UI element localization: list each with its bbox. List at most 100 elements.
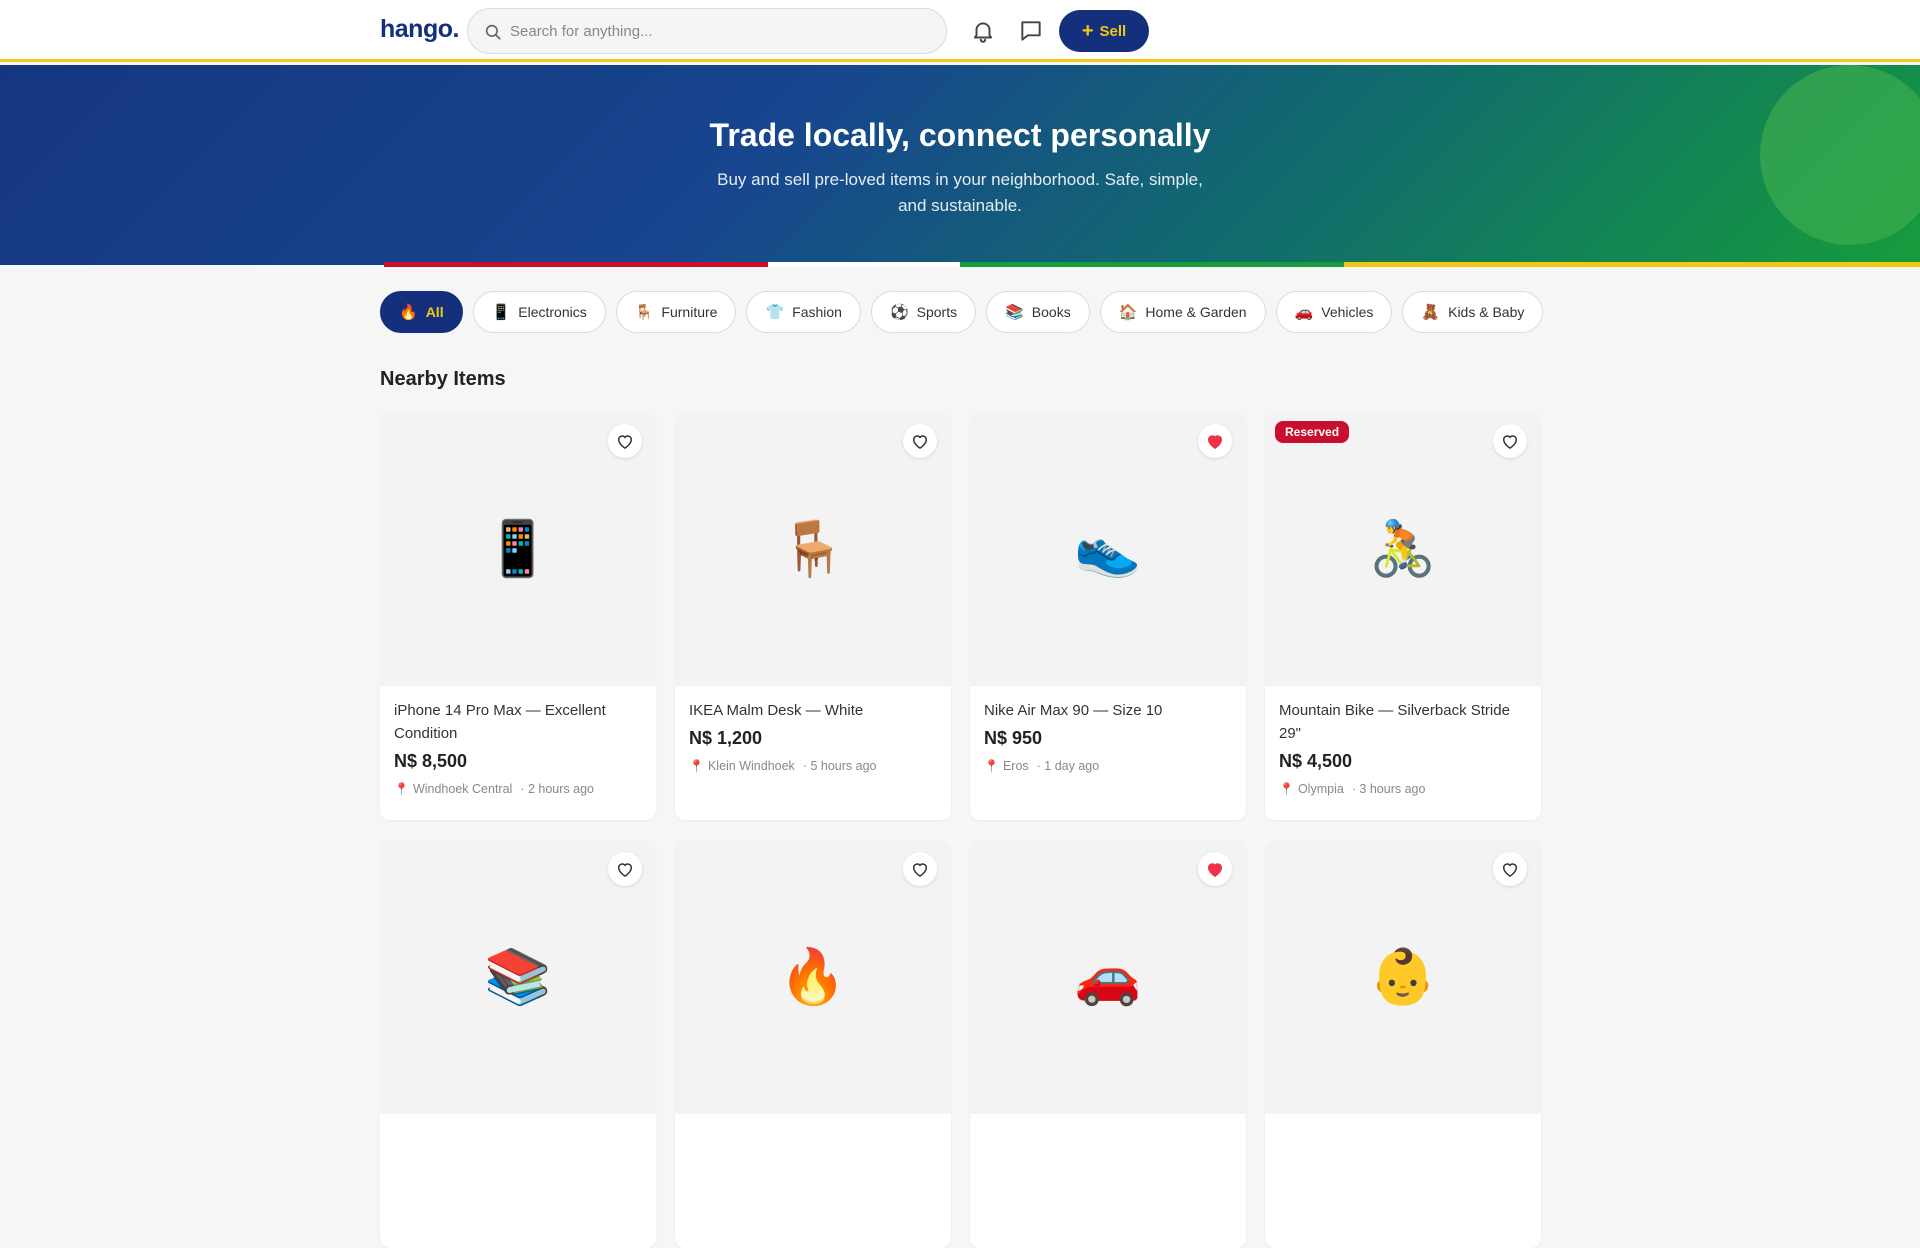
item-location: Windhoek Central — [412, 782, 513, 796]
plus-icon: + — [1081, 20, 1094, 42]
category-chip-all[interactable]: 🔥 All — [380, 291, 463, 333]
item-meta: 📍 Olympia · 3 hours ago — [1279, 782, 1527, 796]
item-meta: 📍 Windhoek Central · 2 hours ago — [394, 782, 642, 796]
location-pin-icon: 📍 — [1279, 782, 1294, 796]
decorative-circle — [1760, 65, 1920, 245]
favorite-button[interactable] — [1493, 424, 1527, 458]
favorite-button-active[interactable] — [1198, 424, 1232, 458]
item-details: Nike Air Max 90 — Size 10 N$ 950 📍 Eros · 1 … — [984, 699, 1232, 773]
category-chip-electronics[interactable]: 📱 Electronics — [472, 291, 606, 333]
item-meta: 📍 Klein Windhoek · 5 hours ago — [689, 759, 937, 773]
item-title[interactable]: IKEA Malm Desk — White — [689, 699, 937, 722]
category-icon: 🏠 — [1118, 304, 1138, 321]
favorite-button[interactable] — [608, 424, 642, 458]
sell-button[interactable]: + Sell — [1059, 10, 1149, 52]
item-price: N$ 950 — [984, 728, 1043, 748]
item-card[interactable]: 👶 — [1265, 840, 1541, 1248]
category-chip-fashion[interactable]: 👕 Fashion — [746, 291, 861, 333]
sell-button-label: Sell — [1099, 22, 1127, 40]
category-chip-home-garden[interactable]: 🏠 Home & Garden — [1099, 291, 1266, 333]
items-grid: 📱 iPhone 14 Pro Max — Excellent Condition… — [380, 412, 1541, 1248]
favorite-button[interactable] — [1493, 852, 1527, 886]
heart-icon — [618, 435, 632, 449]
category-chip-furniture[interactable]: 🪑 Furniture — [615, 291, 737, 333]
logo[interactable]: hango. — [380, 15, 459, 44]
category-label: Books — [1031, 304, 1071, 320]
status-badge: Reserved — [1275, 421, 1350, 443]
location-pin-icon: 📍 — [689, 759, 704, 773]
top-header: hango. + Sell — [0, 0, 1920, 62]
item-card[interactable]: 👟 Nike Air Max 90 — Size 10 N$ 950 📍 Eros · 1… — [970, 412, 1246, 820]
hero-title: Trade locally, connect personally — [709, 117, 1211, 153]
item-price: N$ 1,200 — [689, 728, 763, 748]
item-time: · 2 hours ago — [520, 782, 594, 796]
category-chip-books[interactable]: 📚 Books — [986, 291, 1090, 333]
category-icon: 📱 — [491, 304, 511, 321]
category-chip-sports[interactable]: ⚽ Sports — [870, 291, 977, 333]
item-price: N$ 4,500 — [1279, 751, 1353, 771]
heart-icon — [1208, 863, 1222, 877]
heart-icon — [913, 435, 927, 449]
item-details: iPhone 14 Pro Max — Excellent Condition N… — [394, 699, 642, 796]
bell-icon[interactable] — [970, 18, 996, 44]
item-card[interactable]: 🚴 Reserved Mountain Bike — Silverback Stri… — [1265, 412, 1541, 820]
item-title[interactable]: iPhone 14 Pro Max — Excellent Condition — [394, 699, 642, 745]
category-icon: 🚗 — [1294, 304, 1314, 321]
item-card[interactable]: 📚 — [380, 840, 656, 1248]
heart-icon — [913, 863, 927, 877]
search-bar[interactable] — [467, 8, 947, 54]
item-location: Eros — [1002, 759, 1029, 773]
favorite-button-active[interactable] — [1198, 852, 1232, 886]
heart-icon — [1503, 435, 1517, 449]
category-chips: 🔥 All 📱 Electronics 🪑 Furniture 👕 Fashion ⚽ Sport… — [380, 291, 1544, 333]
heart-icon — [1503, 863, 1517, 877]
category-chip-kids-baby[interactable]: 🧸 Kids & Baby — [1402, 291, 1544, 333]
item-card[interactable]: 🚗 — [970, 840, 1246, 1248]
section-title: Nearby Items — [380, 368, 506, 390]
item-location: Klein Windhoek — [707, 759, 795, 773]
item-card[interactable]: 🔥 — [675, 840, 951, 1248]
item-meta: 📍 Eros · 1 day ago — [984, 759, 1232, 773]
item-details: IKEA Malm Desk — White N$ 1,200 📍 Klein Win… — [689, 699, 937, 773]
item-details: Mountain Bike — Silverback Stride 29" N$ … — [1279, 699, 1527, 796]
search-input[interactable] — [510, 9, 930, 53]
item-card[interactable]: 📱 iPhone 14 Pro Max — Excellent Condition… — [380, 412, 656, 820]
location-pin-icon: 📍 — [984, 759, 999, 773]
favorite-button[interactable] — [903, 424, 937, 458]
category-label: Kids & Baby — [1448, 304, 1525, 320]
category-chip-vehicles[interactable]: 🚗 Vehicles — [1275, 291, 1393, 333]
flag-stripe-white — [768, 262, 960, 267]
item-time: · 3 hours ago — [1351, 782, 1426, 796]
item-location: Olympia — [1297, 782, 1344, 796]
category-icon: 📚 — [1005, 304, 1024, 321]
item-time: · 5 hours ago — [802, 759, 877, 773]
item-title[interactable]: Nike Air Max 90 — Size 10 — [984, 699, 1232, 722]
heart-icon — [1208, 435, 1222, 449]
category-label: Sports — [916, 304, 958, 320]
hero-subtitle: Buy and sell pre-loved items in your nei… — [717, 170, 1203, 215]
item-card[interactable]: 🪑 IKEA Malm Desk — White N$ 1,200 📍 Klein Wi… — [675, 412, 951, 820]
heart-icon — [618, 863, 632, 877]
flag-stripe-green — [960, 262, 1344, 267]
item-time: · 1 day ago — [1036, 759, 1100, 773]
category-label: Home & Garden — [1145, 304, 1247, 320]
location-pin-icon: 📍 — [394, 782, 409, 796]
category-label: Vehicles — [1321, 304, 1374, 320]
search-icon — [485, 24, 501, 40]
category-label: All — [425, 304, 444, 320]
item-price: N$ 8,500 — [394, 751, 468, 771]
flag-stripe-red — [384, 262, 768, 267]
hero-banner: Trade locally, connect personally Buy an… — [0, 65, 1920, 265]
category-icon: 🔥 — [399, 304, 418, 321]
item-title[interactable]: Mountain Bike — Silverback Stride 29" — [1279, 699, 1527, 745]
category-icon: 👕 — [765, 304, 785, 321]
category-label: Electronics — [518, 304, 587, 320]
category-icon: 🧸 — [1421, 304, 1441, 321]
favorite-button[interactable] — [903, 852, 937, 886]
category-label: Fashion — [792, 304, 842, 320]
category-label: Furniture — [661, 304, 718, 320]
favorite-button[interactable] — [608, 852, 642, 886]
messages-icon[interactable] — [1018, 18, 1044, 44]
flag-stripe-yellow — [1344, 262, 1920, 267]
category-icon: 🪑 — [634, 304, 654, 321]
